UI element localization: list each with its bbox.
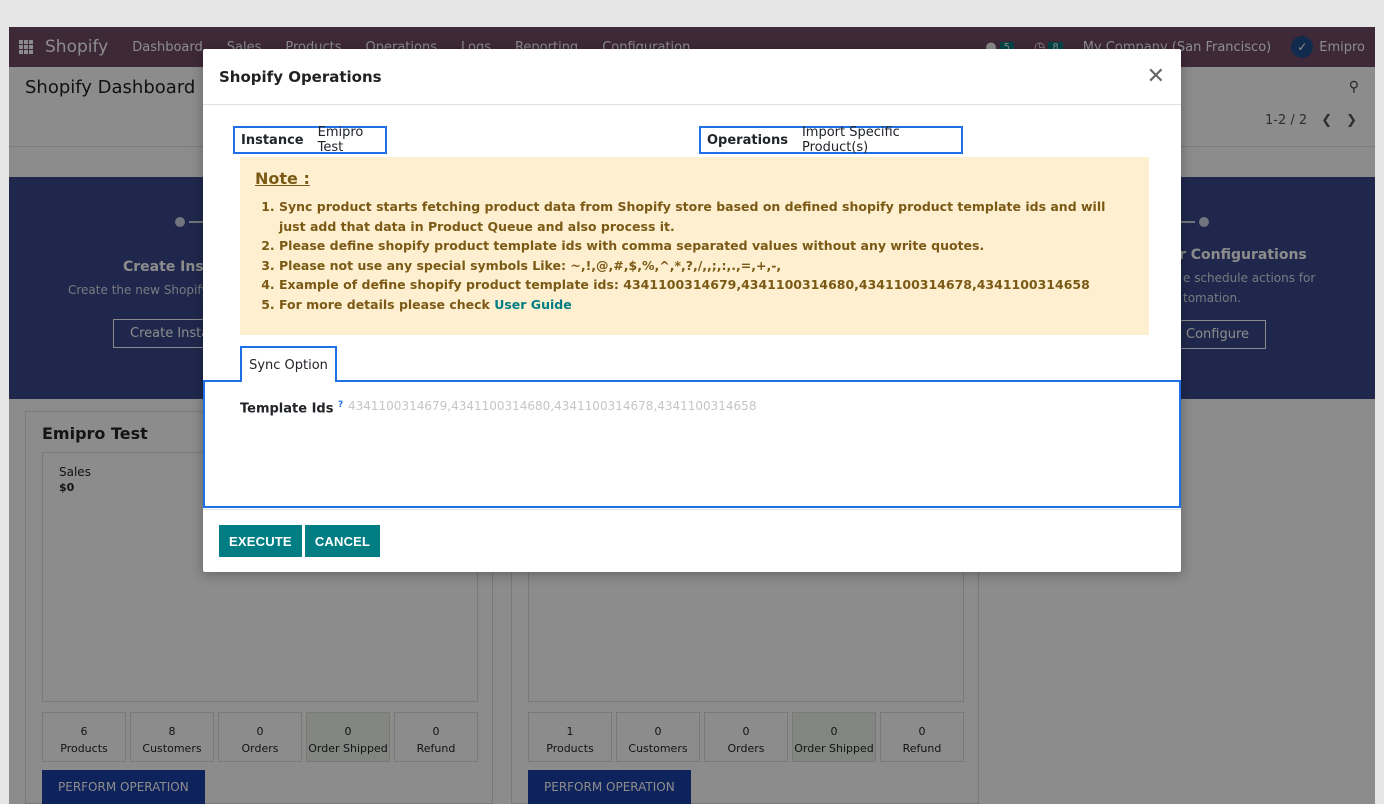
- note-title: Note :: [255, 169, 310, 188]
- template-ids-input[interactable]: [348, 399, 948, 413]
- help-icon[interactable]: ?: [338, 400, 343, 410]
- note-list: Sync product starts fetching product dat…: [279, 197, 1134, 314]
- note-item: Example of define shopify product templa…: [279, 275, 1134, 295]
- template-ids-label: Template Ids ?: [240, 400, 343, 416]
- note-item: For more details please check User Guide: [279, 295, 1134, 315]
- note-item: Please define shopify product template i…: [279, 236, 1134, 256]
- template-ids-label-text: Template Ids: [240, 401, 334, 417]
- dialog-header: Shopify Operations ✕: [203, 49, 1181, 105]
- operations-label: Operations: [707, 132, 788, 148]
- instance-value[interactable]: Emipro Test: [318, 125, 379, 155]
- tab-sync-option[interactable]: Sync Option: [240, 346, 337, 382]
- dialog-footer: EXECUTE CANCEL: [203, 509, 1181, 572]
- cancel-button[interactable]: CANCEL: [304, 525, 381, 557]
- user-guide-link[interactable]: User Guide: [494, 297, 571, 312]
- shopify-operations-dialog: Shopify Operations ✕ Instance Emipro Tes…: [203, 49, 1181, 572]
- note-item: Sync product starts fetching product dat…: [279, 197, 1134, 236]
- execute-button[interactable]: EXECUTE: [219, 525, 302, 557]
- note-box: Note : Sync product starts fetching prod…: [240, 157, 1149, 335]
- close-icon[interactable]: ✕: [1147, 65, 1165, 88]
- instance-field[interactable]: Instance Emipro Test: [233, 125, 387, 155]
- dialog-title: Shopify Operations: [219, 67, 382, 86]
- operations-value[interactable]: Import Specific Product(s): [802, 125, 955, 155]
- operations-field[interactable]: Operations Import Specific Product(s): [699, 125, 963, 155]
- sync-option-panel: Template Ids ?: [203, 380, 1181, 508]
- instance-label: Instance: [241, 132, 304, 148]
- note-item-text: For more details please check: [279, 296, 495, 312]
- note-item: Please not use any special symbols Like:…: [279, 256, 1134, 276]
